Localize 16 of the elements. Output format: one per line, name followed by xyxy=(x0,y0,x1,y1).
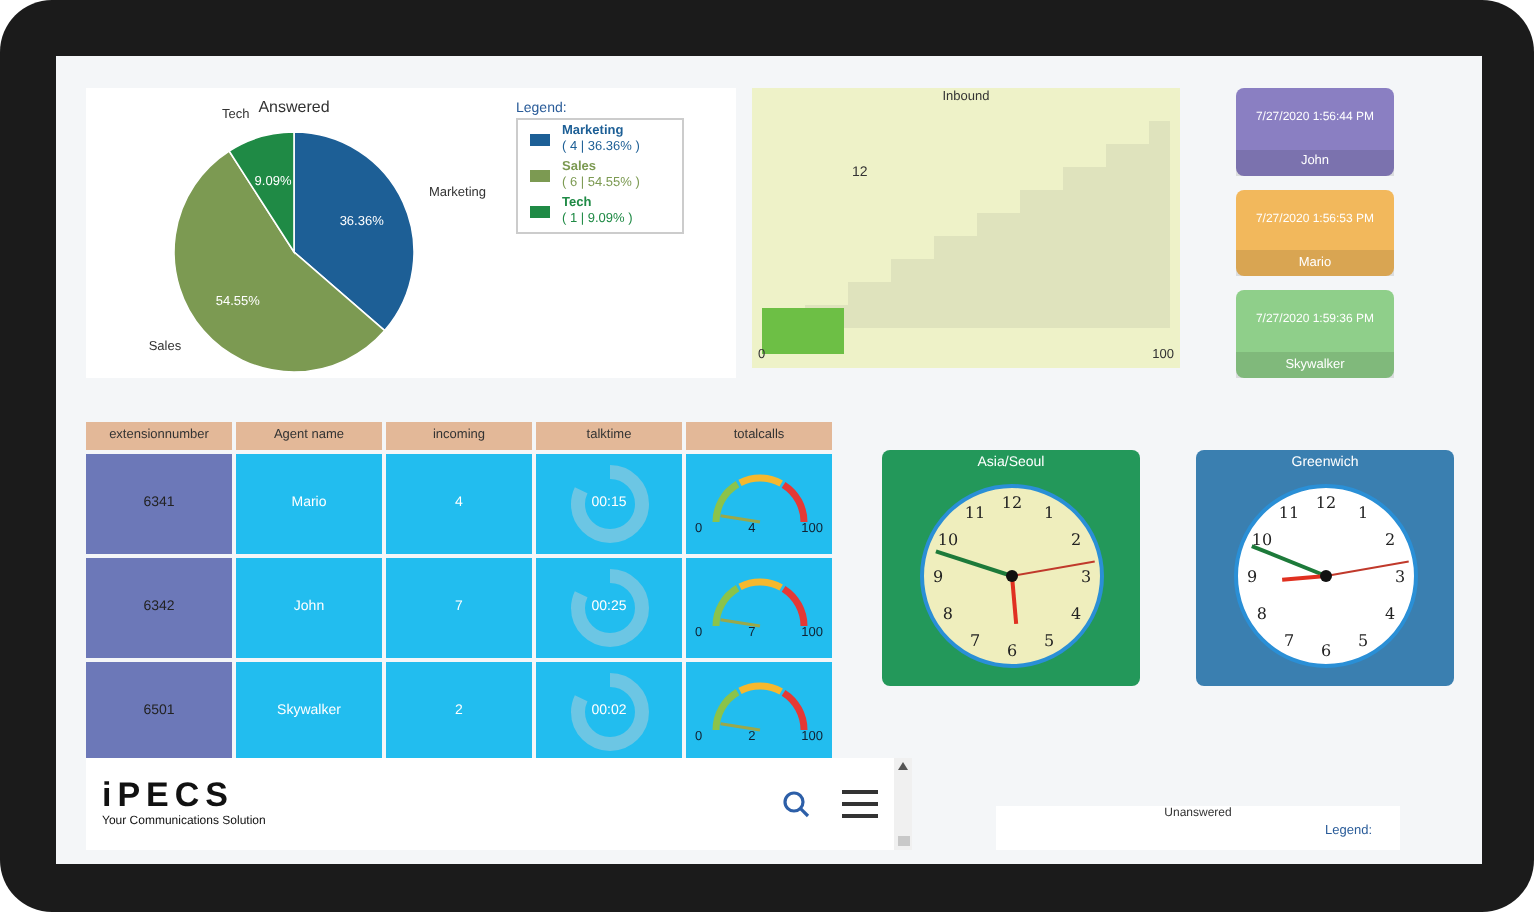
ring-chart-drawing xyxy=(569,568,649,648)
scrollbar[interactable] xyxy=(894,758,912,850)
gauge-needle xyxy=(719,722,760,732)
gauge-scale xyxy=(711,578,807,627)
gauge-scale xyxy=(711,474,807,523)
gauge-needle xyxy=(719,618,760,628)
scroll-up-arrow-icon[interactable] xyxy=(898,762,908,770)
ring-chart-drawing xyxy=(569,672,649,752)
brand-logo: iPECS xyxy=(102,778,237,814)
chart-title: Answered xyxy=(258,98,330,116)
gauge-needle xyxy=(719,514,760,524)
gauge-scale xyxy=(711,682,807,731)
scrollbar-thumb[interactable] xyxy=(897,836,909,846)
ring-chart-drawing xyxy=(569,464,649,544)
menu-icon[interactable] xyxy=(842,790,878,818)
search-icon[interactable] xyxy=(782,790,810,818)
